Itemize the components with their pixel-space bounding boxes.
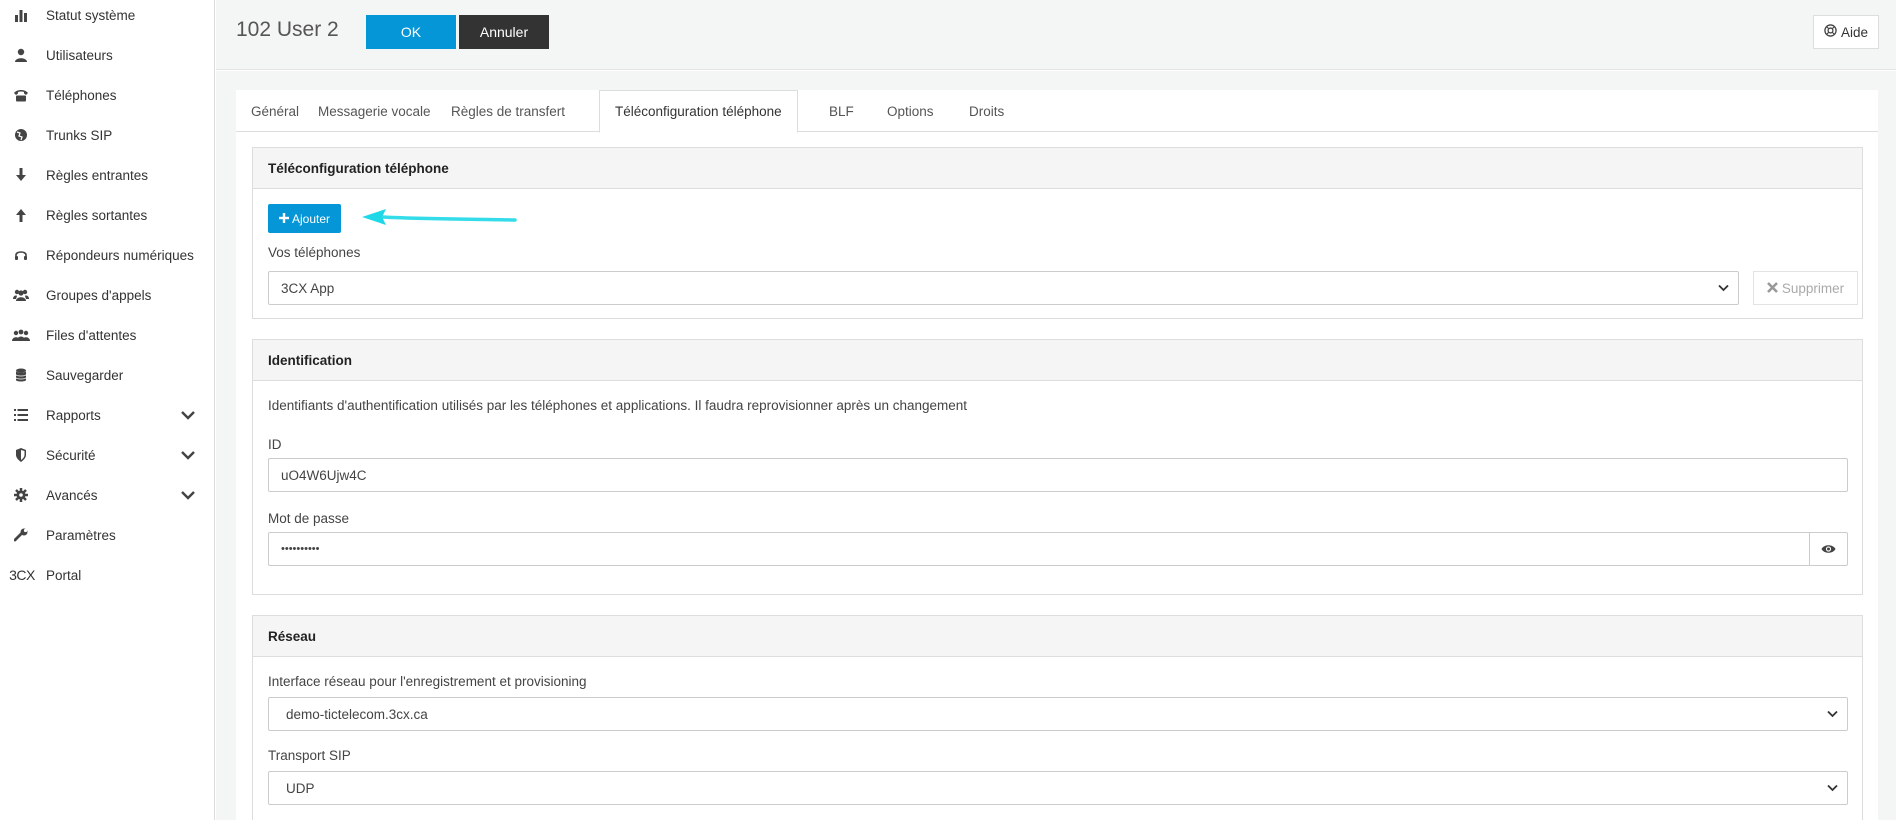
arrow-up-icon: [12, 206, 30, 224]
sidebar-item-trunks-sip[interactable]: Trunks SIP: [0, 115, 215, 155]
transport-select[interactable]: UDP: [268, 771, 1848, 805]
tab-teleconfiguration-telephone[interactable]: Téléconfiguration téléphone: [599, 90, 798, 133]
id-field[interactable]: uO4W6Ujw4C: [268, 458, 1848, 492]
chevron-down-icon[interactable]: [180, 487, 196, 503]
help-label: Aide: [1840, 24, 1868, 40]
phones-select[interactable]: 3CX App: [268, 271, 1739, 305]
interface-selected-value: demo-tictelecom.3cx.ca: [286, 706, 428, 722]
sidebar-item-label: Utilisateurs: [46, 47, 113, 63]
globe-icon: [12, 126, 30, 144]
sidebar-item-label: Groupes d'appels: [46, 287, 152, 303]
tab-messagerie-vocale[interactable]: Messagerie vocale: [303, 90, 446, 132]
headset-icon: [12, 246, 30, 264]
user-icon: [12, 46, 30, 64]
phone-icon: [12, 86, 30, 104]
sidebar-item-regles-sortantes[interactable]: Règles sortantes: [0, 195, 215, 235]
bar-chart-icon: [12, 6, 30, 24]
delete-label: Supprimer: [1781, 280, 1845, 296]
sidebar-item-groupes-appels[interactable]: Groupes d'appels: [0, 275, 215, 315]
sidebar-item-sauvegarder[interactable]: Sauvegarder: [0, 355, 215, 395]
chevron-down-icon: [1825, 781, 1839, 795]
sidebar-item-avances[interactable]: Avancés: [0, 475, 215, 515]
page-title: 102 User 2: [236, 18, 339, 41]
database-icon: [12, 366, 30, 384]
sidebar-item-label: Téléphones: [46, 87, 117, 103]
identification-panel: Identification Identifiants d'authentifi…: [252, 339, 1863, 595]
shield-icon: [12, 446, 30, 464]
sidebar-item-label: Avancés: [46, 487, 98, 503]
help-button[interactable]: Aide: [1812, 15, 1879, 49]
sidebar-item-statut-systeme[interactable]: Statut système: [0, 0, 215, 35]
sidebar-item-label: Portal: [46, 567, 82, 583]
chevron-down-icon[interactable]: [180, 407, 196, 423]
sidebar-item-telephones[interactable]: Téléphones: [0, 75, 215, 115]
sidebar-item-rapports[interactable]: Rapports: [0, 395, 215, 435]
group-icon: [12, 286, 30, 304]
ok-button[interactable]: OK: [366, 15, 456, 49]
network-panel: Réseau Interface réseau pour l'enregistr…: [252, 615, 1863, 820]
sidebar-item-label: Statut système: [46, 7, 136, 23]
chevron-down-icon[interactable]: [180, 447, 196, 463]
sidebar-item-label: Répondeurs numériques: [46, 247, 194, 263]
arrow-down-icon: [12, 166, 30, 184]
sidebar-item-label: Règles sortantes: [46, 207, 148, 223]
close-icon: [1766, 281, 1778, 296]
sidebar-item-label: Rapports: [46, 407, 101, 423]
gear-icon: [12, 486, 30, 504]
3cx-logo: 3CX: [9, 567, 35, 583]
delete-phone-button[interactable]: Supprimer: [1753, 271, 1858, 305]
panel-title: Téléconfiguration téléphone: [253, 148, 1862, 189]
transport-label: Transport SIP: [268, 748, 351, 763]
add-label: Ajouter: [291, 211, 331, 226]
sidebar-item-regles-entrantes[interactable]: Règles entrantes: [0, 155, 215, 195]
password-label: Mot de passe: [268, 511, 350, 526]
password-value: ••••••••••: [281, 543, 320, 555]
tab-options[interactable]: Options: [872, 90, 949, 132]
sidebar-item-label: Paramètres: [46, 527, 116, 543]
sidebar-item-label: Files d'attentes: [46, 327, 137, 343]
password-field[interactable]: ••••••••••: [268, 532, 1848, 566]
phones-selected-value: 3CX App: [281, 280, 335, 296]
chevron-down-icon: [1716, 281, 1730, 295]
list-icon: [12, 406, 30, 424]
lifebuoy-icon: [1824, 24, 1837, 40]
sidebar-item-portal[interactable]: 3CX Portal: [0, 555, 215, 595]
interface-label: Interface réseau pour l'enregistrement e…: [268, 674, 587, 689]
main-area: Général Messagerie vocale Règles de tran…: [216, 71, 1896, 820]
wrench-icon: [12, 526, 30, 544]
annotation-arrow-icon: [362, 209, 517, 225]
content-card: Général Messagerie vocale Règles de tran…: [236, 90, 1878, 820]
sidebar: Statut système Utilisateurs Téléphones T…: [0, 0, 215, 820]
cancel-button[interactable]: Annuler: [459, 15, 549, 49]
tab-bar: Général Messagerie vocale Règles de tran…: [236, 90, 1878, 133]
tab-blf[interactable]: BLF: [814, 90, 869, 132]
interface-select[interactable]: demo-tictelecom.3cx.ca: [268, 697, 1848, 731]
sidebar-item-repondeurs-numeriques[interactable]: Répondeurs numériques: [0, 235, 215, 275]
sidebar-item-label: Trunks SIP: [46, 127, 113, 143]
sidebar-item-label: Sécurité: [46, 447, 96, 463]
panel-title: Réseau: [253, 616, 1862, 657]
sidebar-item-parametres[interactable]: Paramètres: [0, 515, 215, 555]
id-label: ID: [268, 437, 282, 452]
queue-icon: [12, 326, 30, 344]
sidebar-item-utilisateurs[interactable]: Utilisateurs: [0, 35, 215, 75]
page-header: 102 User 2 OK Annuler Aide: [216, 0, 1896, 70]
sidebar-item-label: Règles entrantes: [46, 167, 149, 183]
provisioning-panel: Téléconfiguration téléphone Ajouter Vos …: [252, 147, 1863, 319]
add-phone-button[interactable]: Ajouter: [268, 204, 341, 233]
sidebar-item-files-attentes[interactable]: Files d'attentes: [0, 315, 215, 355]
sidebar-item-securite[interactable]: Sécurité: [0, 435, 215, 475]
id-value: uO4W6Ujw4C: [281, 467, 367, 483]
transport-selected-value: UDP: [286, 780, 315, 796]
tab-droits[interactable]: Droits: [954, 90, 1019, 132]
phones-label: Vos téléphones: [268, 245, 361, 260]
panel-title: Identification: [253, 340, 1862, 381]
eye-icon[interactable]: [1809, 533, 1847, 565]
chevron-down-icon: [1825, 707, 1839, 721]
sidebar-item-label: Sauvegarder: [46, 367, 124, 383]
tab-regles-de-transfert[interactable]: Règles de transfert: [436, 90, 580, 132]
plus-icon: [278, 212, 289, 226]
identification-description: Identifiants d'authentification utilisés…: [268, 398, 968, 413]
